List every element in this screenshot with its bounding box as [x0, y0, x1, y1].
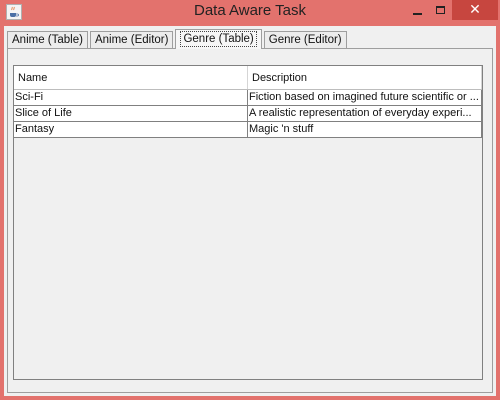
tab-anime-editor[interactable]: Anime (Editor): [89, 31, 174, 49]
cell-name[interactable]: Fantasy: [14, 122, 248, 137]
minimize-icon: [412, 13, 422, 15]
tab-strip: Anime (Table) Anime (Editor) Genre (Tabl…: [7, 29, 349, 49]
app-window: Data Aware Task ✕ Anime (Table) Anime (E…: [0, 0, 500, 400]
client-area: Anime (Table) Anime (Editor) Genre (Tabl…: [4, 26, 496, 396]
title-bar[interactable]: Data Aware Task ✕: [0, 0, 500, 26]
maximize-button[interactable]: [429, 0, 451, 20]
column-header-description[interactable]: Description: [248, 66, 482, 89]
genre-table-scrollpane[interactable]: Name Description Sci-Fi Fiction based on…: [13, 65, 483, 380]
table-row[interactable]: Sci-Fi Fiction based on imagined future …: [14, 90, 482, 106]
tab-genre-editor[interactable]: Genre (Editor): [263, 31, 347, 49]
cell-description[interactable]: Fiction based on imagined future scienti…: [248, 90, 482, 105]
close-icon: ✕: [469, 2, 481, 18]
tab-genre-table-label: Genre (Table): [180, 31, 257, 47]
cell-description[interactable]: A realistic representation of everyday e…: [248, 106, 482, 121]
cell-description[interactable]: Magic 'n stuff: [248, 122, 482, 137]
maximize-icon: [435, 6, 445, 14]
cell-name[interactable]: Slice of Life: [14, 106, 248, 121]
minimize-button[interactable]: [406, 0, 428, 20]
cell-name[interactable]: Sci-Fi: [14, 90, 248, 105]
tab-anime-table[interactable]: Anime (Table): [7, 31, 88, 49]
column-header-name[interactable]: Name: [14, 66, 248, 89]
genre-table[interactable]: Name Description Sci-Fi Fiction based on…: [14, 66, 482, 138]
table-row[interactable]: Fantasy Magic 'n stuff: [14, 122, 482, 138]
tab-genre-table[interactable]: Genre (Table): [175, 29, 262, 49]
table-header: Name Description: [14, 66, 482, 90]
close-button[interactable]: ✕: [452, 0, 498, 20]
table-row[interactable]: Slice of Life A realistic representation…: [14, 106, 482, 122]
